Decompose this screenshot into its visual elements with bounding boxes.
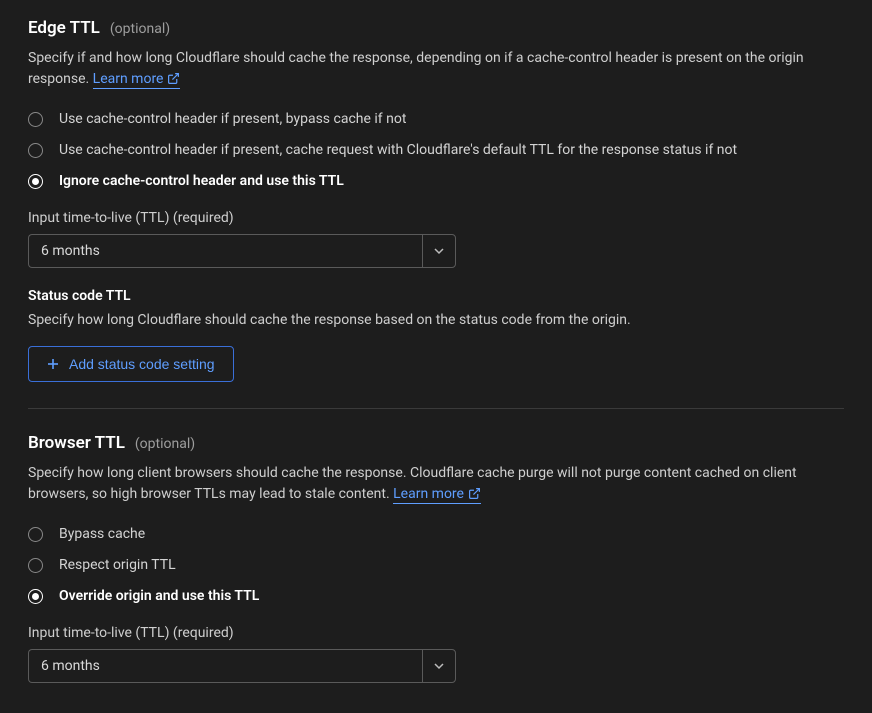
edge-ttl-title: Edge TTL — [28, 18, 100, 38]
browser-ttl-select[interactable]: 6 months — [28, 649, 456, 683]
browser-ttl-input-label: Input time-to-live (TTL) (required) — [28, 625, 844, 641]
edge-ttl-header: Edge TTL (optional) — [28, 18, 844, 38]
plus-icon — [47, 358, 59, 370]
edge-ttl-description: Specify if and how long Cloudflare shoul… — [28, 48, 844, 90]
browser-option-2-radio[interactable] — [28, 589, 43, 604]
chevron-down-icon — [434, 661, 444, 671]
edge-ttl-dropdown-button[interactable] — [422, 234, 456, 268]
edge-option-0-label: Use cache-control header if present, byp… — [59, 111, 406, 127]
edge-option-1-label: Use cache-control header if present, cac… — [59, 142, 737, 158]
edge-ttl-optional: (optional) — [110, 21, 170, 37]
chevron-down-icon — [434, 246, 444, 256]
edge-option-2-radio[interactable] — [28, 174, 43, 189]
edge-learn-more-link[interactable]: Learn more — [93, 71, 181, 89]
external-link-icon — [167, 72, 180, 85]
edge-option-0-radio[interactable] — [28, 112, 43, 127]
browser-ttl-optional: (optional) — [135, 436, 195, 452]
browser-ttl-header: Browser TTL (optional) — [28, 433, 844, 453]
browser-ttl-value[interactable]: 6 months — [28, 649, 422, 683]
edge-option-2-label: Ignore cache-control header and use this… — [59, 173, 344, 189]
edge-ttl-input-label: Input time-to-live (TTL) (required) — [28, 210, 844, 226]
status-code-ttl-title: Status code TTL — [28, 288, 844, 304]
edge-ttl-value[interactable]: 6 months — [28, 234, 422, 268]
status-code-ttl-description: Specify how long Cloudflare should cache… — [28, 312, 844, 328]
browser-ttl-radio-group: Bypass cache Respect origin TTL Override… — [28, 523, 844, 607]
section-divider — [28, 408, 844, 409]
browser-option-1-label: Respect origin TTL — [59, 557, 176, 573]
browser-option-1-radio[interactable] — [28, 558, 43, 573]
browser-learn-more-link[interactable]: Learn more — [393, 486, 481, 504]
browser-ttl-dropdown-button[interactable] — [422, 649, 456, 683]
external-link-icon — [468, 487, 481, 500]
browser-option-0-label: Bypass cache — [59, 526, 145, 542]
browser-ttl-description: Specify how long client browsers should … — [28, 463, 844, 505]
add-status-code-button[interactable]: Add status code setting — [28, 346, 234, 382]
browser-option-0-radio[interactable] — [28, 527, 43, 542]
browser-option-2-label: Override origin and use this TTL — [59, 588, 259, 604]
browser-ttl-title: Browser TTL — [28, 433, 125, 453]
edge-ttl-radio-group: Use cache-control header if present, byp… — [28, 108, 844, 192]
edge-option-1-radio[interactable] — [28, 143, 43, 158]
edge-ttl-select[interactable]: 6 months — [28, 234, 456, 268]
